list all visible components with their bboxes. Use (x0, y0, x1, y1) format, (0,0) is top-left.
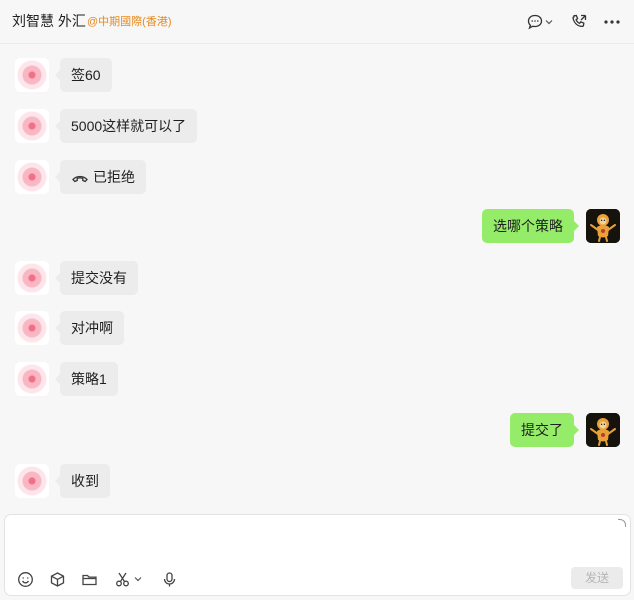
message-composer[interactable]: 发送 (4, 514, 631, 596)
contact-avatar[interactable] (15, 362, 49, 396)
resize-handle-icon[interactable] (618, 519, 626, 527)
message-row: 选哪个策略 (0, 209, 634, 243)
phone-call-icon[interactable] (568, 11, 590, 33)
chat-header: 刘智慧 外汇 @中期國際(香港) (0, 0, 634, 44)
message-row: 签60 (0, 58, 634, 92)
scissors-icon[interactable] (112, 569, 132, 589)
folder-icon[interactable] (79, 569, 99, 589)
message-bubble[interactable]: 签60 (55, 58, 112, 92)
contact-avatar[interactable] (15, 109, 49, 143)
message-row: 收到 (0, 464, 634, 498)
self-avatar[interactable] (586, 209, 620, 243)
contact-avatar[interactable] (15, 160, 49, 194)
call-record-bubble[interactable]: 已拒绝 (55, 160, 146, 196)
message-bubble[interactable]: 提交没有 (55, 261, 138, 295)
contact-avatar[interactable] (15, 464, 49, 498)
message-bubble[interactable]: 对冲啊 (55, 311, 124, 345)
contact-avatar[interactable] (15, 311, 49, 345)
contact-avatar[interactable] (15, 58, 49, 92)
send-button[interactable]: 发送 (571, 567, 623, 589)
message-bubble[interactable]: 选哪个策略 (482, 209, 579, 243)
message-row: 策略1 (0, 362, 634, 396)
message-row: 提交了 (0, 413, 634, 447)
message-bubble[interactable]: 5000这样就可以了 (54, 109, 198, 143)
message-row: 已拒绝 (0, 160, 634, 194)
message-input[interactable] (15, 523, 605, 563)
chevron-down-icon[interactable] (543, 11, 555, 33)
contact-avatar[interactable] (15, 261, 49, 295)
chevron-down-icon[interactable] (132, 569, 144, 589)
message-row: 提交没有 (0, 261, 634, 295)
phone-hangup-icon (71, 162, 89, 196)
microphone-icon[interactable] (159, 569, 179, 589)
message-row: 5000这样就可以了 (0, 109, 634, 143)
message-bubble[interactable]: 收到 (55, 464, 110, 498)
call-status-text: 已拒绝 (93, 169, 135, 185)
sticker-cube-icon[interactable] (47, 569, 67, 589)
contact-org: @中期國際(香港) (87, 16, 172, 28)
emoji-icon[interactable] (15, 569, 35, 589)
self-avatar[interactable] (586, 413, 620, 447)
message-row: 对冲啊 (0, 311, 634, 345)
message-bubble[interactable]: 提交了 (510, 413, 579, 447)
message-list[interactable]: 签60 5000这样就可以了 已拒绝 选哪个策略 提交没有 对冲啊 策略1 提交… (0, 44, 634, 512)
more-options-icon[interactable] (601, 11, 623, 33)
message-bubble[interactable]: 策略1 (55, 362, 118, 396)
contact-name[interactable]: 刘智慧 外汇 (12, 11, 86, 31)
